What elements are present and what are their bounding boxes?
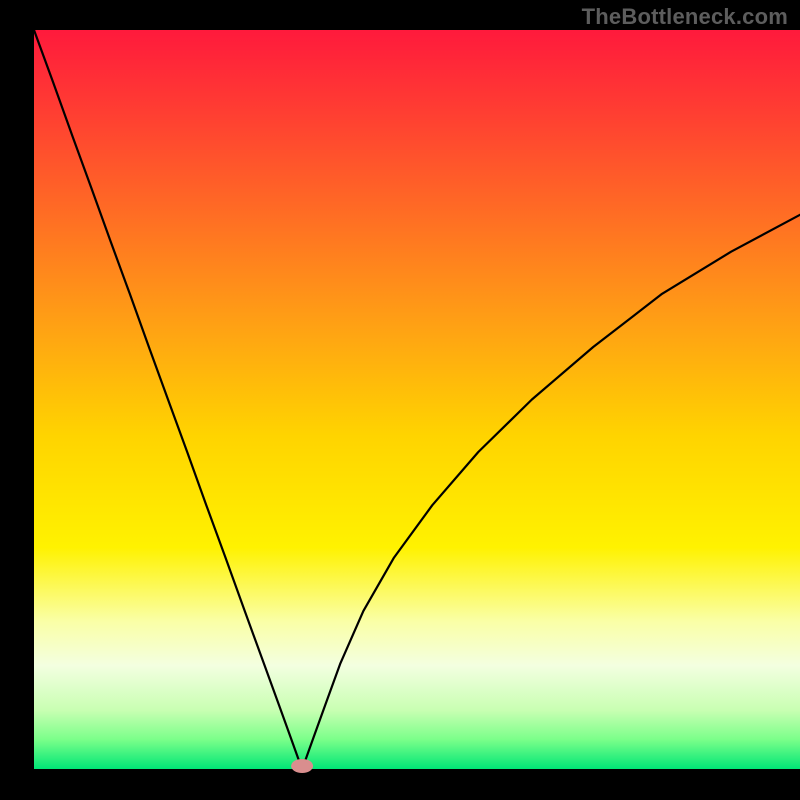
chart-container: TheBottleneck.com xyxy=(0,0,800,800)
watermark-text: TheBottleneck.com xyxy=(582,4,788,30)
optimal-point-marker xyxy=(291,759,313,773)
chart-plot-area xyxy=(34,30,800,769)
bottleneck-chart xyxy=(0,0,800,800)
